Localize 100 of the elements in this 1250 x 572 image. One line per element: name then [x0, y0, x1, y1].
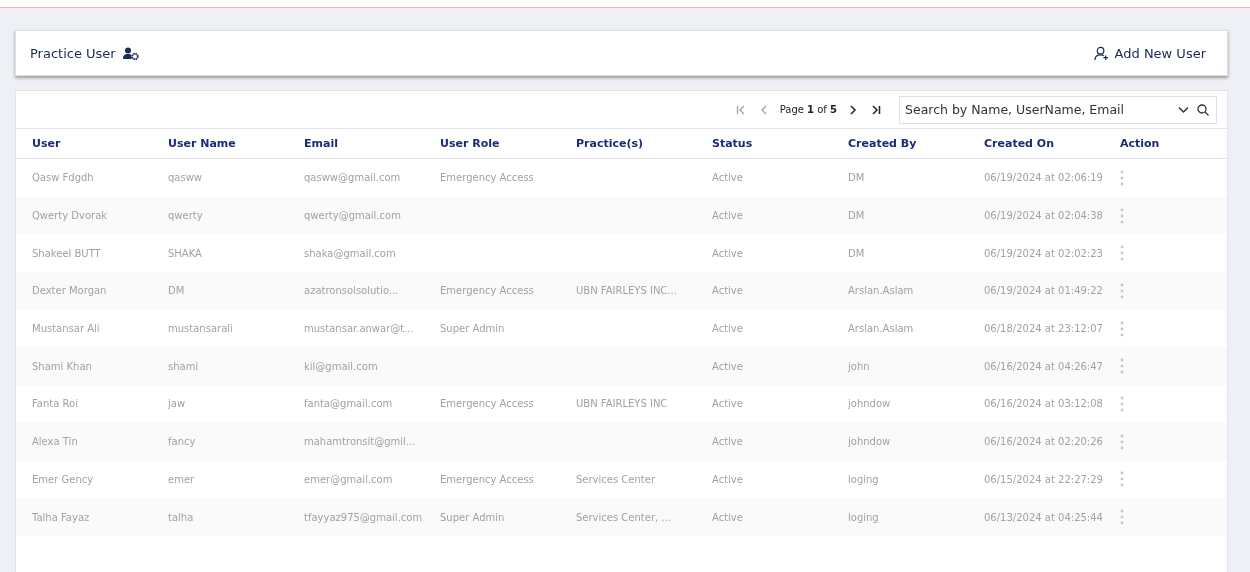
- table-cell-text: Shami Khan: [32, 360, 93, 372]
- table-cell-text: UBN FAIRLEYS INC...: [576, 285, 678, 297]
- table-cell-text: DM: [848, 210, 866, 222]
- table-cell-text: 06/19/2024 at 02:02:23: [984, 247, 1104, 259]
- last-page-icon[interactable]: [871, 104, 881, 115]
- table-cell-text: DM: [848, 172, 866, 184]
- table-cell-text: 06/15/2024 at 22:27:29: [984, 473, 1104, 485]
- more-options-icon[interactable]: [1120, 320, 1124, 337]
- add-user-button[interactable]: Add New User: [1089, 41, 1210, 65]
- more-options-icon[interactable]: [1120, 433, 1124, 450]
- more-options-icon[interactable]: [1120, 207, 1124, 224]
- table-cell-text: Dexter Morgan: [32, 285, 108, 297]
- table-cell-text: Super Admin: [440, 323, 506, 335]
- next-page-icon[interactable]: [849, 104, 857, 115]
- table-cell-text: Active: [712, 473, 744, 485]
- table-cell-text: Arslan.Aslam: [848, 285, 915, 297]
- more-options-icon[interactable]: [1120, 395, 1124, 412]
- table-cell-text: shaka@gmail.com: [304, 247, 397, 259]
- table-cell-text: SHAKA: [168, 247, 203, 259]
- table-cell-text: johndow: [848, 398, 892, 410]
- column-header: Email: [304, 137, 339, 150]
- column-header: Practice(s): [576, 137, 645, 150]
- table-cell-text: fanta@gmail.com: [304, 398, 394, 410]
- table-cell-text: Fanta Roi: [32, 398, 79, 410]
- table-cell-text: Emer Gency: [32, 473, 95, 485]
- search-field[interactable]: Search by Name, UserName, Email: [899, 95, 1217, 124]
- chevron-down-icon[interactable]: [1178, 105, 1189, 114]
- table-cell-text: qasww: [168, 172, 204, 184]
- table-cell-text: azatronsolsolutio...: [304, 285, 400, 297]
- table-cell-text: Emergency Access: [440, 172, 535, 184]
- table-cell-text: Alexa Tin: [32, 436, 79, 448]
- table-cell-text: Active: [712, 360, 744, 372]
- search-icon[interactable]: [1197, 103, 1209, 116]
- page-indicator: Page 1 of 5: [779, 104, 837, 115]
- previous-page-icon[interactable]: [759, 104, 768, 115]
- more-options-icon[interactable]: [1120, 245, 1124, 262]
- table-cell-text: Qwerty Dvorak: [32, 210, 109, 222]
- table-cell-text: jaw: [168, 398, 187, 410]
- table-cell-text: DM: [168, 285, 186, 297]
- table-cell-text: UBN FAIRLEYS INC: [576, 398, 669, 410]
- table-cell-text: talha: [168, 511, 195, 523]
- column-header: Status: [712, 137, 754, 150]
- table-cell-text: john: [848, 360, 871, 372]
- table-cell-text: 06/13/2024 at 04:25:44: [984, 511, 1104, 523]
- table-cell-text: emer: [168, 473, 196, 485]
- column-header: Created On: [984, 137, 1055, 150]
- table-cell-text: 06/19/2024 at 02:06:19: [984, 172, 1104, 184]
- table-cell-text: Shakeel BUTT: [32, 247, 102, 259]
- table-cell-text: Active: [712, 247, 744, 259]
- table-cell-text: Active: [712, 436, 744, 448]
- table-cell-text: 06/16/2024 at 03:12:08: [984, 398, 1104, 410]
- table-cell-text: loging: [848, 511, 880, 523]
- table-cell-text: Emergency Access: [440, 285, 535, 297]
- table-cell-text: mustansar.anwar@t...: [304, 323, 415, 335]
- table-cell-text: loging: [848, 473, 880, 485]
- table-cell-text: Active: [712, 511, 744, 523]
- first-page-icon[interactable]: [735, 104, 746, 115]
- table-cell-text: DM: [848, 247, 866, 259]
- column-header: Action: [1120, 137, 1161, 150]
- user-gear-icon: [122, 46, 139, 60]
- table-cell-text: 06/18/2024 at 23:12:07: [984, 323, 1104, 335]
- table-cell-text: Active: [712, 285, 744, 297]
- table-cell-text: mustansarali: [168, 323, 234, 335]
- table-cell-text: 06/19/2024 at 02:04:38: [984, 210, 1104, 222]
- table-cell-text: qwerty: [168, 210, 204, 222]
- more-options-icon[interactable]: [1120, 471, 1124, 488]
- table-cell-text: Active: [712, 172, 744, 184]
- table-cell-text: mahamtronsit@gmil...: [304, 436, 417, 448]
- table-cell-text: Emergency Access: [440, 473, 535, 485]
- more-options-icon[interactable]: [1120, 358, 1124, 375]
- table-cell-text: 06/19/2024 at 01:49:22: [984, 285, 1104, 297]
- table-cell-text: Super Admin: [440, 511, 506, 523]
- table-cell-text: Qasw Fdgdh: [32, 172, 95, 184]
- table-cell-text: Mustansar Ali: [32, 323, 101, 335]
- table-cell-text: Active: [712, 398, 744, 410]
- more-options-icon[interactable]: [1120, 282, 1124, 299]
- table-cell-text: Services Center, ...: [576, 511, 672, 523]
- table-cell-text: 06/16/2024 at 02:20:26: [984, 436, 1104, 448]
- table-cell-text: tfayyaz975@gmail.com: [304, 511, 424, 523]
- table-cell-text: Arslan.Aslam: [848, 323, 915, 335]
- more-options-icon[interactable]: [1120, 509, 1124, 526]
- table-cell-text: johndow: [848, 436, 892, 448]
- table-cell-text: Emergency Access: [440, 398, 535, 410]
- table-cell-text: fancy: [168, 436, 197, 448]
- page-title: Practice User: [30, 45, 116, 61]
- table-cell-text: Services Center: [576, 473, 656, 485]
- column-header: User: [32, 137, 62, 150]
- column-header: User Name: [168, 137, 237, 150]
- table-cell-text: qasww@gmail.com: [304, 172, 402, 184]
- more-options-icon[interactable]: [1120, 169, 1124, 186]
- table-cell-text: kil@gmail.com: [304, 360, 379, 372]
- table-cell-text: Active: [712, 210, 744, 222]
- table-cell-text: shami: [168, 360, 200, 372]
- table-cell-text: emer@gmail.com: [304, 473, 394, 485]
- table-cell-text: Active: [712, 323, 744, 335]
- table-cell-text: qwerty@gmail.com: [304, 210, 402, 222]
- column-header: User Role: [440, 137, 501, 150]
- add-user-icon: [1093, 45, 1109, 61]
- table-cell-text: 06/16/2024 at 04:26:47: [984, 360, 1104, 372]
- table-cell-text: Talha Fayaz: [32, 511, 91, 523]
